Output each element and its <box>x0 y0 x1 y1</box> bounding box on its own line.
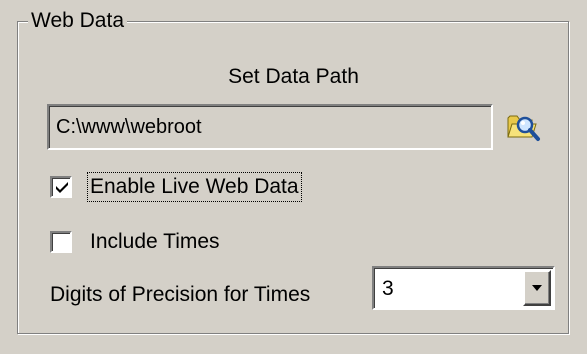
groupbox-title: Web Data <box>28 8 127 34</box>
precision-label: Digits of Precision for Times <box>50 283 311 306</box>
chevron-down-icon <box>532 285 542 291</box>
include-times-checkbox[interactable] <box>50 231 72 253</box>
include-times-label: Include Times <box>90 230 220 253</box>
precision-selected-value: 3 <box>382 277 394 300</box>
enable-live-web-data-option[interactable]: Enable Live Web Data <box>50 172 302 202</box>
include-times-option[interactable]: Include Times <box>50 227 222 257</box>
enable-live-web-data-checkbox[interactable] <box>50 176 72 198</box>
dropdown-button[interactable] <box>523 270 551 306</box>
data-path-input[interactable] <box>47 104 493 150</box>
folder-search-icon <box>506 109 542 148</box>
checkmark-icon <box>56 182 68 193</box>
browse-folder-button[interactable] <box>505 110 543 146</box>
set-data-path-label: Set Data Path <box>228 65 359 88</box>
precision-select[interactable]: 3 <box>372 266 555 310</box>
enable-live-web-data-label: Enable Live Web Data <box>87 172 302 202</box>
